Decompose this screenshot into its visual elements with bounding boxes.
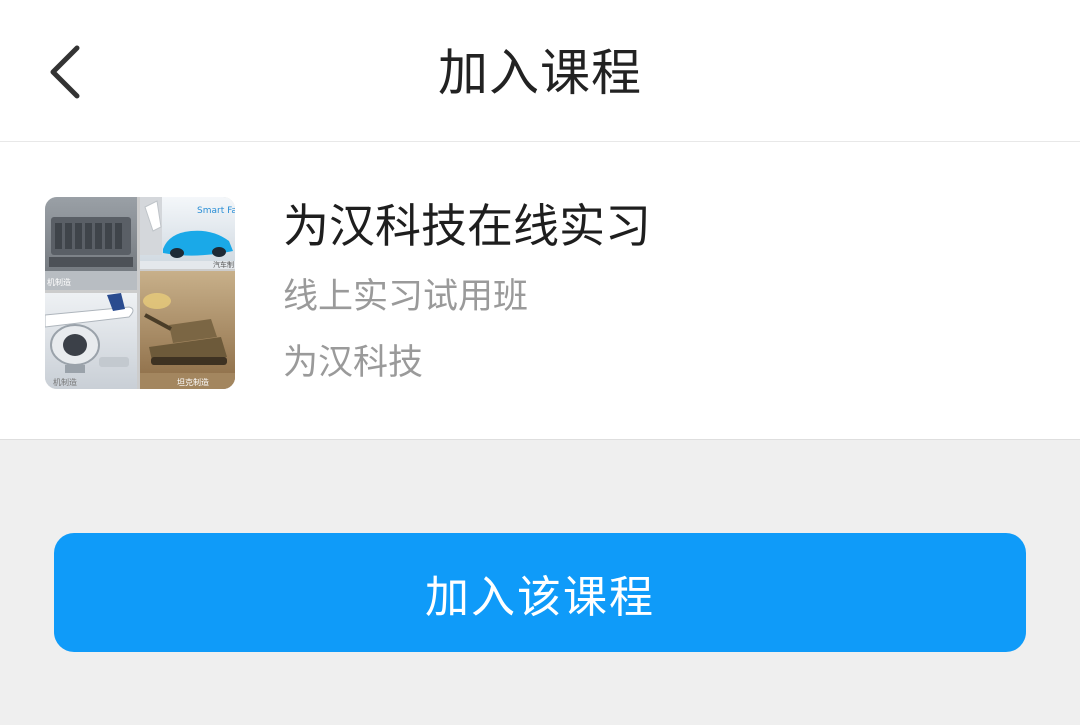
engine-image: 机制造 (45, 197, 137, 290)
airplane-image: 机制造 (45, 293, 137, 389)
tank-caption: 坦克制造 (177, 377, 209, 387)
plane-caption: 机制造 (53, 377, 77, 387)
course-organization: 为汉科技 (283, 343, 424, 383)
car-caption: 汽车制 (213, 260, 234, 269)
engine-caption: 机制造 (47, 277, 71, 287)
course-title: 为汉科技在线实习 (283, 199, 651, 253)
top-nav-bar: 加入课程 (0, 0, 1080, 142)
tank-image: 坦克制造 (140, 271, 235, 389)
course-card: 机制造 Smart Fac 汽车制 (0, 142, 1080, 440)
join-course-button[interactable]: 加入该课程 (54, 533, 1026, 652)
car-image: Smart Fac 汽车制 (140, 197, 235, 269)
page-title: 加入课程 (438, 44, 642, 102)
course-thumbnail: 机制造 Smart Fac 汽车制 (45, 197, 235, 389)
car-brand-caption: Smart Fac (197, 206, 235, 216)
course-class-name: 线上实习试用班 (283, 277, 529, 317)
